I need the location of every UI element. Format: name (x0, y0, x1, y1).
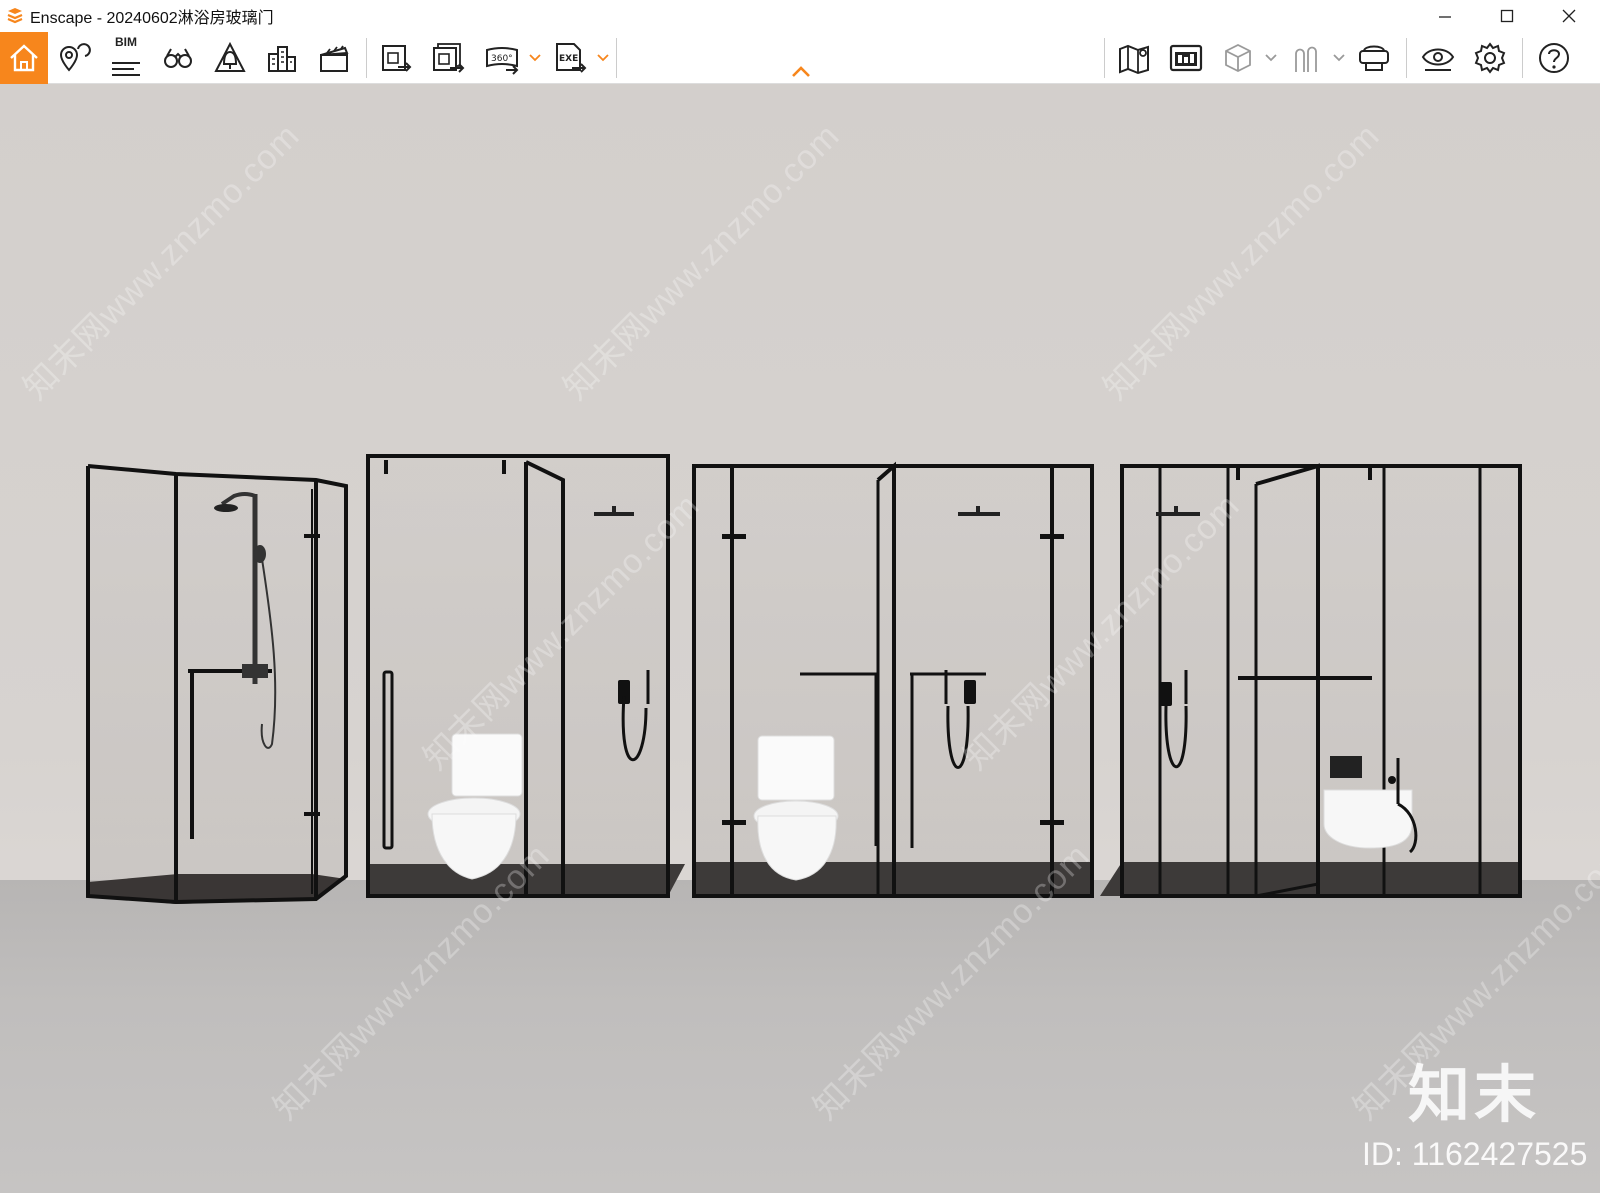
panorama-button[interactable]: 360° (478, 32, 526, 84)
atmosphere-button[interactable] (206, 32, 254, 84)
brand-id: ID: 1162427525 (1362, 1136, 1588, 1172)
exe-label: EXE (559, 54, 578, 64)
chevron-down-icon (597, 54, 609, 62)
people-icon (1295, 46, 1317, 72)
title-bar: Enscape - 20240602淋浴房玻璃门 (0, 0, 1600, 32)
batch-export-button[interactable] (424, 32, 472, 84)
vr-headset-icon (1359, 45, 1389, 71)
toolbar-separator (1104, 38, 1105, 78)
asset-library-button[interactable] (1162, 32, 1210, 84)
minimize-icon (1439, 16, 1451, 18)
cube-dropdown[interactable] (1264, 48, 1278, 68)
cube-button[interactable] (1214, 32, 1262, 84)
binoculars-button[interactable] (154, 32, 202, 84)
help-icon (1539, 43, 1569, 73)
minimize-button[interactable] (1414, 0, 1476, 32)
clapperboard-icon (320, 45, 349, 72)
enscape-logo-icon (7, 8, 23, 24)
export-exe-button[interactable]: EXE (546, 32, 594, 84)
cube-icon (1225, 43, 1251, 73)
collapse-toolbar-icon[interactable] (790, 64, 812, 80)
chevron-down-icon (1333, 54, 1345, 62)
people-button[interactable] (1282, 32, 1330, 84)
bell-tree-icon (214, 41, 246, 72)
bim-label: BIM (115, 35, 137, 49)
batch-export-icon (433, 43, 465, 73)
chevron-down-icon (529, 54, 541, 62)
gear-icon (1474, 42, 1506, 74)
map-icon (1119, 44, 1149, 75)
panorama-360-icon: 360° (486, 47, 519, 75)
maximize-icon (1500, 9, 1514, 23)
window-title: Enscape - 20240602淋浴房玻璃门 (30, 10, 274, 27)
video-editor-button[interactable] (310, 32, 358, 84)
views-button[interactable] (50, 32, 98, 84)
export-dropdown[interactable] (596, 48, 610, 68)
home-icon (10, 44, 38, 72)
export-image-icon (382, 45, 412, 72)
people-dropdown[interactable] (1332, 48, 1346, 68)
visual-settings-button[interactable] (1414, 32, 1462, 84)
buildings-icon (268, 46, 296, 72)
home-button[interactable] (0, 32, 48, 84)
vr-headset-button[interactable] (1350, 32, 1398, 84)
panorama-dropdown[interactable] (528, 48, 542, 68)
binoculars-icon (164, 48, 192, 68)
panorama-label: 360° (491, 54, 513, 64)
help-button[interactable] (1530, 32, 1578, 84)
location-pin-icon (59, 43, 91, 72)
bim-button[interactable]: BIM (102, 32, 150, 84)
shower-enclosure-diamond (86, 464, 348, 905)
map-button[interactable] (1110, 32, 1158, 84)
buildings-button[interactable] (258, 32, 306, 84)
toolbar-separator (616, 38, 617, 78)
toolbar-separator (1406, 38, 1407, 78)
maximize-button[interactable] (1476, 0, 1538, 32)
export-exe-icon: EXE (556, 43, 587, 73)
close-icon (1562, 9, 1576, 23)
chevron-down-icon (1265, 54, 1277, 62)
eye-icon (1421, 48, 1455, 71)
shower-scene (86, 454, 1522, 905)
close-button[interactable] (1538, 0, 1600, 32)
export-image-button[interactable] (372, 32, 420, 84)
toolbar-separator (366, 38, 367, 78)
bim-icon (112, 62, 140, 76)
asset-library-icon (1169, 44, 1203, 72)
brand-logo: 知末 (1408, 1061, 1541, 1130)
settings-button[interactable] (1466, 32, 1514, 84)
toolbar-separator (1522, 38, 1523, 78)
render-viewport[interactable]: 知末网www.znzmo.com 知末网www.znzmo.com 知末网www… (0, 84, 1600, 1193)
